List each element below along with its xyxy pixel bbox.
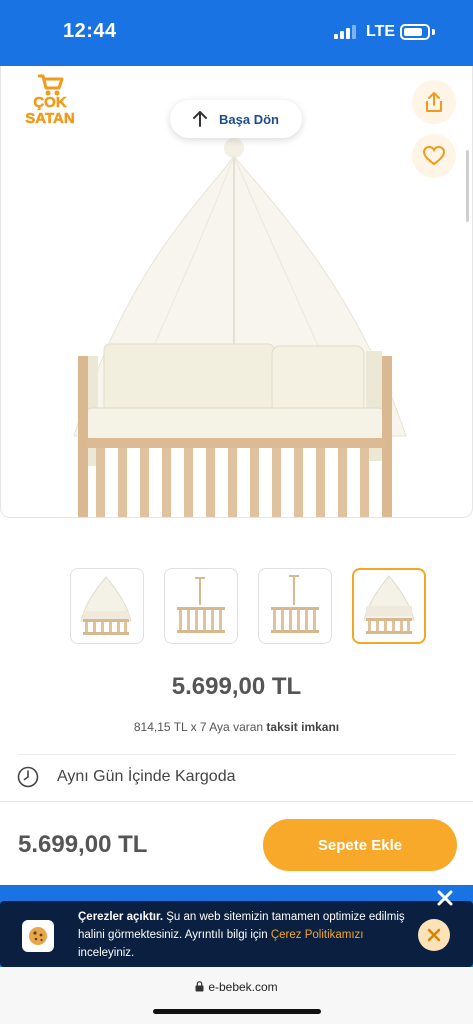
banner-close-icon[interactable] xyxy=(435,888,455,908)
battery-icon xyxy=(400,24,430,40)
status-time: 12:44 xyxy=(63,20,117,42)
thumbnail-strip xyxy=(70,568,426,644)
favorite-button[interactable] xyxy=(412,134,456,178)
add-to-cart-button[interactable]: Sepete Ekle xyxy=(263,819,457,871)
best-seller-badge: ÇOK SATAN xyxy=(22,74,78,132)
cookie-banner: Çerezler açıktır. Şu an web sitemizin ta… xyxy=(0,901,473,967)
product-price: 5.699,00 TL xyxy=(171,673,302,700)
clock-icon xyxy=(17,766,39,788)
badge-line1: ÇOK xyxy=(33,94,67,112)
back-to-top-button[interactable]: Başa Dön xyxy=(170,100,302,138)
status-bar: 12:44 LTE xyxy=(0,0,473,66)
close-icon xyxy=(427,928,441,942)
cart-icon xyxy=(38,74,64,96)
badge-line2: SATAN xyxy=(25,110,75,128)
heart-icon xyxy=(423,146,445,166)
installment-info: 814,15 TL x 7 Aya varan taksit imkanı xyxy=(0,720,473,734)
share-button[interactable] xyxy=(412,80,456,124)
url-display[interactable]: e-bebek.com xyxy=(0,980,473,994)
network-label: LTE xyxy=(366,23,396,40)
thumbnail-2[interactable] xyxy=(164,568,238,644)
cookie-suffix: inceleyiniz. xyxy=(78,947,135,959)
cookie-icon xyxy=(22,920,54,952)
cookie-message: Çerezler açıktır. Şu an web sitemizin ta… xyxy=(78,908,418,962)
cookie-close-button[interactable] xyxy=(418,919,450,951)
product-image-crib[interactable] xyxy=(56,136,416,518)
thumbnail-1[interactable] xyxy=(70,568,144,644)
installment-highlight: taksit imkanı xyxy=(266,720,340,734)
back-to-top-label: Başa Dön xyxy=(219,111,279,127)
shipping-info: Aynı Gün İçinde Kargoda xyxy=(17,766,236,788)
cookie-title: Çerezler açıktır. xyxy=(78,911,164,923)
thumbnail-3[interactable] xyxy=(258,568,332,644)
scroll-indicator xyxy=(466,150,469,222)
divider xyxy=(18,754,455,755)
installment-text: 814,15 TL x 7 Aya varan xyxy=(133,720,267,734)
bottom-price: 5.699,00 TL xyxy=(18,831,148,858)
arrow-up-icon xyxy=(193,111,208,127)
battery-tip xyxy=(432,29,435,35)
shipping-label: Aynı Gün İçinde Kargoda xyxy=(57,768,236,785)
signal-icon xyxy=(334,25,356,39)
url-text: e-bebek.com xyxy=(208,980,278,994)
home-indicator xyxy=(153,1009,321,1014)
cookie-policy-link[interactable]: Çerez Politikamızı xyxy=(271,929,364,941)
thumbnail-4[interactable] xyxy=(352,568,426,644)
share-icon xyxy=(426,92,442,112)
browser-url-bar[interactable]: e-bebek.com xyxy=(0,967,473,1024)
lock-icon xyxy=(195,981,204,992)
